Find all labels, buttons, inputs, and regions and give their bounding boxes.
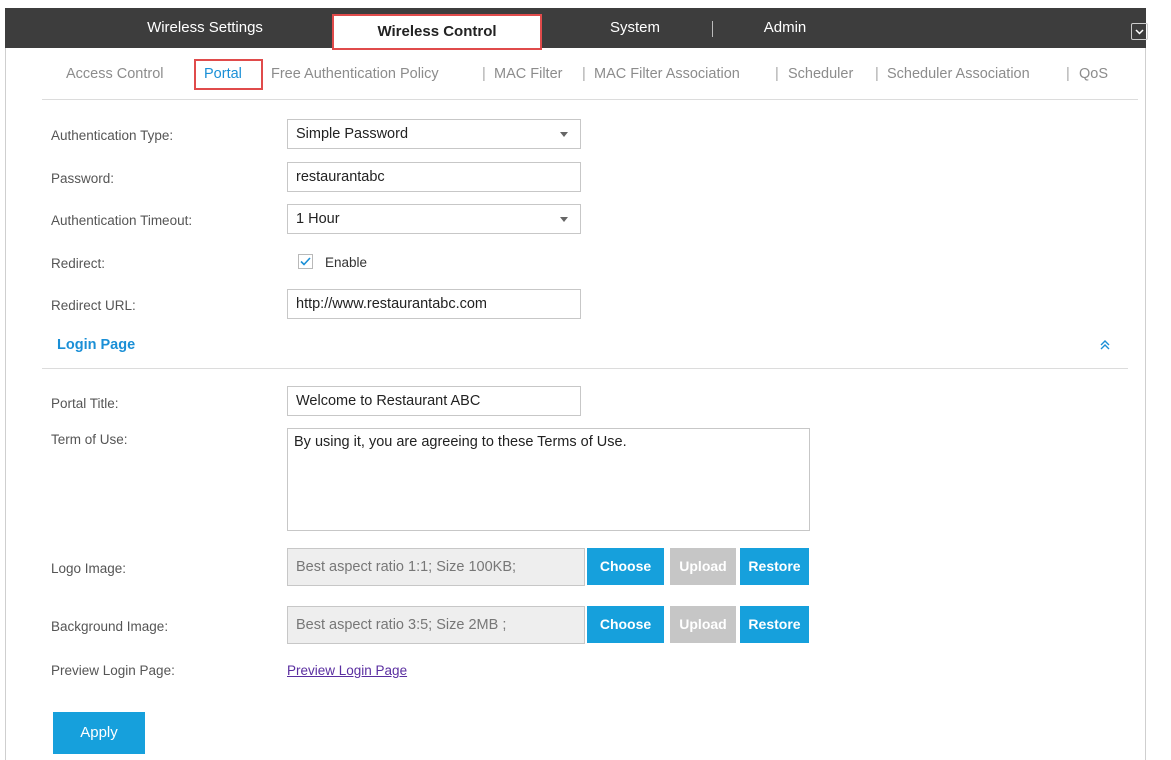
portal-title-input[interactable]	[287, 386, 581, 416]
subnav-free-auth-policy[interactable]: Free Authentication Policy	[271, 66, 439, 82]
auth-timeout-value: 1 Hour	[296, 211, 340, 227]
background-upload-button[interactable]: Upload	[670, 606, 736, 643]
login-page-section-title: Login Page	[57, 337, 136, 353]
subnav-separator: |	[482, 66, 486, 82]
subnav-separator: |	[875, 66, 879, 82]
redirect-url-input[interactable]	[287, 289, 581, 319]
tab-wireless-control[interactable]: Wireless Control	[332, 14, 542, 50]
portal-title-label: Portal Title:	[51, 396, 119, 411]
preview-login-page-label: Preview Login Page:	[51, 663, 175, 678]
auth-type-select[interactable]: Simple Password	[287, 119, 581, 149]
subnav-separator: |	[582, 66, 586, 82]
tab-separator	[712, 21, 713, 37]
tab-wireless-settings[interactable]: Wireless Settings	[100, 8, 310, 48]
logo-restore-button[interactable]: Restore	[740, 548, 809, 585]
dropdown-arrow-icon	[560, 132, 568, 137]
background-restore-button[interactable]: Restore	[740, 606, 809, 643]
background-image-label: Background Image:	[51, 619, 169, 634]
subnav-qos[interactable]: QoS	[1079, 66, 1108, 82]
subnav-separator: |	[775, 66, 779, 82]
term-of-use-label: Term of Use:	[51, 432, 128, 447]
collapse-double-chevron-up-icon[interactable]	[1099, 339, 1111, 351]
background-image-path: Best aspect ratio 3:5; Size 2MB ;	[287, 606, 585, 644]
term-of-use-textarea[interactable]: By using it, you are agreeing to these T…	[287, 428, 810, 531]
logo-choose-button[interactable]: Choose	[587, 548, 664, 585]
section-divider	[42, 368, 1128, 369]
apply-button[interactable]: Apply	[53, 712, 145, 754]
password-label: Password:	[51, 171, 115, 186]
redirect-label: Redirect:	[51, 256, 106, 271]
subnav-mac-filter-association[interactable]: MAC Filter Association	[594, 66, 740, 82]
redirect-enable-label: Enable	[325, 255, 368, 270]
logo-image-label: Logo Image:	[51, 561, 127, 576]
subnav-access-control[interactable]: Access Control	[66, 66, 164, 82]
logo-upload-button[interactable]: Upload	[670, 548, 736, 585]
subnav-separator: |	[1066, 66, 1070, 82]
dropdown-arrow-icon	[560, 217, 568, 222]
auth-timeout-select[interactable]: 1 Hour	[287, 204, 581, 234]
logo-image-path: Best aspect ratio 1:1; Size 100KB;	[287, 548, 585, 586]
auth-type-label: Authentication Type:	[51, 128, 174, 143]
auth-type-value: Simple Password	[296, 126, 409, 142]
password-input[interactable]	[287, 162, 581, 192]
tab-admin[interactable]: Admin	[730, 8, 840, 48]
auth-timeout-label: Authentication Timeout:	[51, 213, 193, 228]
portal-highlight-box	[194, 59, 263, 90]
top-nav-bar: Wireless Settings Wireless Control Syste…	[5, 8, 1148, 50]
chevron-down-icon	[1135, 29, 1144, 35]
subnav-scheduler[interactable]: Scheduler	[788, 66, 853, 82]
tab-system[interactable]: System	[575, 8, 695, 48]
dropdown-menu-button[interactable]	[1131, 23, 1148, 40]
subnav-scheduler-association[interactable]: Scheduler Association	[887, 66, 1030, 82]
subnav-mac-filter[interactable]: MAC Filter	[494, 66, 562, 82]
redirect-enable-checkbox[interactable]	[298, 254, 313, 269]
preview-login-page-link[interactable]: Preview Login Page	[287, 663, 407, 678]
background-choose-button[interactable]: Choose	[587, 606, 664, 643]
redirect-url-label: Redirect URL:	[51, 298, 136, 313]
